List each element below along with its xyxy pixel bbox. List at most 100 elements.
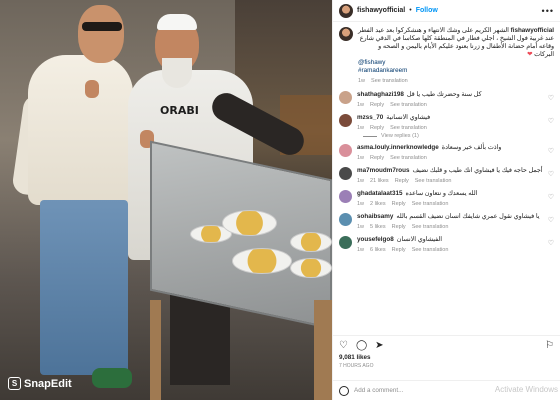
commenter-avatar[interactable] — [339, 236, 352, 249]
comment-text: فيشاوي الانسانية — [386, 114, 431, 121]
comment-time: 1w — [357, 224, 365, 230]
man1-jeans — [40, 200, 128, 375]
comment-heart-icon[interactable]: ♡ — [548, 147, 554, 155]
comment-heart-icon[interactable]: ♡ — [548, 117, 554, 125]
comment-item: yousefelgo8 الفيشاوي الانسان 1w 6 likes Repl… — [333, 231, 560, 254]
snapedit-watermark: S SnapEdit — [8, 377, 72, 390]
commenter-avatar[interactable] — [339, 213, 352, 226]
bookmark-icon[interactable]: ⚐ — [545, 340, 554, 351]
comment-item: ma7moudm7rous أجمل حاجه فيك يا فيشاوي انك… — [333, 162, 560, 185]
man2-beard — [162, 58, 192, 88]
comment-item: ghadatalaat315 الله يسعدك و نتعاون ساعده 1… — [333, 185, 560, 208]
view-replies-link[interactable]: View replies (1) — [333, 132, 560, 139]
post-photo[interactable]: ORABI S SnapEdit — [0, 0, 332, 400]
reply-link[interactable]: Reply — [392, 247, 406, 253]
activate-windows-watermark: Activate Windows — [494, 385, 558, 394]
comment-item: mzss_70 فيشاوي الانسانية 1w Reply See transl… — [333, 109, 560, 132]
man1-shoe — [92, 368, 132, 388]
comment-likes[interactable]: 2 likes — [370, 201, 386, 207]
see-translation-link[interactable]: See translation — [371, 78, 408, 84]
comment-username[interactable]: mzss_70 — [357, 114, 383, 122]
comment-heart-icon[interactable]: ♡ — [548, 239, 554, 247]
comment-username[interactable]: asma.louly.innerknowledge — [357, 144, 439, 152]
comment-text: يا فيشاوي نقول عمري شايفك انسان نضيف الق… — [396, 213, 540, 220]
comment-username[interactable]: ghadatalaat315 — [357, 190, 403, 198]
hashtag[interactable]: #ramadankareem — [358, 67, 554, 75]
more-horizontal-icon[interactable]: ••• — [542, 6, 554, 16]
comment-meta: 1w 6 likes Reply See translation — [357, 247, 543, 253]
caption-time: 1w — [358, 78, 366, 84]
comment-likes[interactable]: 5 likes — [370, 224, 386, 230]
comment-time: 1w — [357, 125, 365, 131]
comment-meta: 1w Reply See translation — [357, 125, 543, 131]
comment-username[interactable]: ma7moudm7rous — [357, 167, 410, 175]
avatar[interactable] — [339, 27, 353, 41]
comment-heart-icon[interactable]: ♡ — [548, 216, 554, 224]
man2-cap — [157, 14, 197, 30]
follow-button[interactable]: Follow — [416, 7, 438, 14]
man1-head — [78, 5, 124, 63]
heart-icon[interactable]: ♡ — [339, 340, 348, 351]
snapedit-logo-icon: S — [8, 377, 21, 390]
see-translation-link[interactable]: See translation — [412, 201, 449, 207]
comment-username[interactable]: sohaibsamy — [357, 213, 393, 221]
commenter-avatar[interactable] — [339, 167, 352, 180]
action-icons: ♡ ◯ ➤ ⚐ — [339, 336, 554, 354]
see-translation-link[interactable]: See translation — [390, 155, 427, 161]
see-translation-link[interactable]: See translation — [412, 224, 449, 230]
likes-count[interactable]: 9,081 likes — [339, 354, 554, 361]
emoji-icon[interactable] — [339, 385, 349, 396]
comment-time: 1w — [357, 247, 365, 253]
add-comment-input[interactable]: Add a comment... — [354, 387, 403, 394]
comment-item: sohaibsamy يا فيشاوي نقول عمري شايفك انسا… — [333, 208, 560, 231]
post-side-panel: fishawyofficial • Follow ••• fishawyoffi… — [332, 0, 560, 400]
watermark-text: SnapEdit — [24, 377, 72, 390]
comment-likes[interactable]: 21 likes — [370, 178, 389, 184]
comment-item: shathaghazi198 كل سنة وحضرتك طيب يا قل 1w R… — [333, 86, 560, 109]
man1-hoodie — [28, 55, 133, 205]
commenter-avatar[interactable] — [339, 114, 352, 127]
reply-link[interactable]: Reply — [392, 201, 406, 207]
comment-icon[interactable]: ◯ — [356, 340, 367, 351]
comment-meta: 1w 2 likes Reply See translation — [357, 201, 543, 207]
comment-heart-icon[interactable]: ♡ — [548, 94, 554, 102]
avatar[interactable] — [339, 3, 353, 18]
reply-link[interactable]: Reply — [370, 102, 384, 108]
mention[interactable]: @fishawy — [358, 59, 554, 67]
see-translation-link[interactable]: See translation — [412, 247, 449, 253]
comment-time: 1w — [357, 201, 365, 207]
commenter-avatar[interactable] — [339, 144, 352, 157]
commenter-avatar[interactable] — [339, 190, 352, 203]
comments-scroll[interactable]: fishawyofficial الشهر الكريم على وشك الا… — [333, 23, 560, 335]
comment-username[interactable]: yousefelgo8 — [357, 236, 394, 244]
post-username[interactable]: fishawyofficial — [357, 7, 405, 14]
separator-dot: • — [409, 7, 412, 14]
comment-text: أجمل حاجه فيك يا فيشاوي انك طيب و قلبك ن… — [412, 167, 543, 174]
see-translation-link[interactable]: See translation — [390, 102, 427, 108]
reply-link[interactable]: Reply — [395, 178, 409, 184]
comment-text: الفيشاوي الانسان — [396, 236, 443, 243]
comment-time: 1w — [357, 102, 365, 108]
commenter-avatar[interactable] — [339, 91, 352, 104]
reply-link[interactable]: Reply — [392, 224, 406, 230]
reply-link[interactable]: Reply — [370, 155, 384, 161]
apron-text: ORABI — [160, 104, 199, 117]
comment-meta: 1w 5 likes Reply See translation — [357, 224, 543, 230]
share-icon[interactable]: ➤ — [375, 340, 383, 351]
man1-thumb — [85, 80, 99, 98]
comment-likes[interactable]: 6 likes — [370, 247, 386, 253]
comment-text: كل سنة وحضرتك طيب يا قل — [406, 91, 482, 98]
food-plate — [222, 210, 277, 236]
reply-link[interactable]: Reply — [370, 125, 384, 131]
cart-legs — [150, 300, 332, 400]
comment-time: 1w — [357, 178, 365, 184]
comment-heart-icon[interactable]: ♡ — [548, 170, 554, 178]
caption-author[interactable]: fishawyofficial — [511, 27, 554, 34]
comment-meta: 1w Reply See translation — [357, 102, 543, 108]
see-translation-link[interactable]: See translation — [415, 178, 452, 184]
view-replies-label[interactable]: View replies (1) — [381, 133, 419, 139]
comment-heart-icon[interactable]: ♡ — [548, 193, 554, 201]
comment-meta: 1w Reply See translation — [357, 155, 543, 161]
comment-username[interactable]: shathaghazi198 — [357, 91, 404, 99]
see-translation-link[interactable]: See translation — [390, 125, 427, 131]
